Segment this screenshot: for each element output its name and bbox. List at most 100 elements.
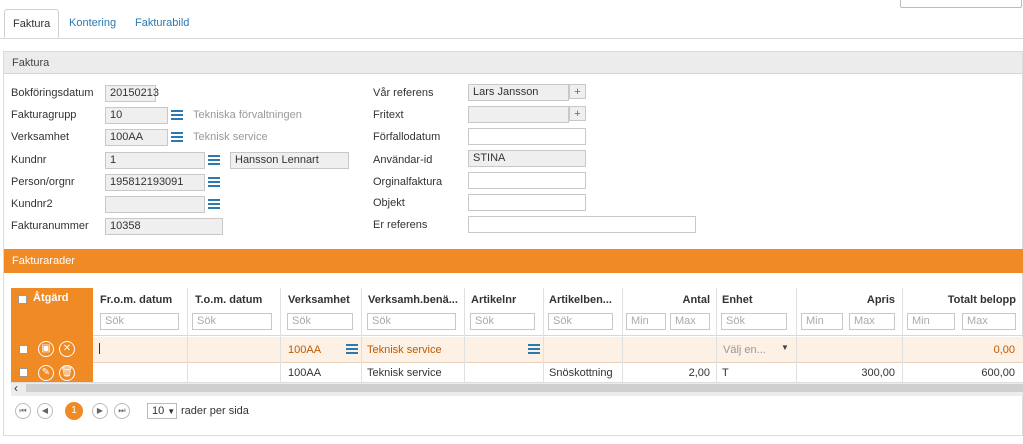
tab-faktura[interactable]: Faktura — [4, 9, 60, 38]
edit-row-button[interactable]: ✎ — [38, 365, 54, 381]
kundnr2-field[interactable] — [105, 196, 205, 213]
col-divider — [622, 288, 623, 382]
forfallodatum-field[interactable] — [468, 128, 586, 145]
col-divider — [464, 288, 465, 382]
objekt-label: Objekt — [373, 197, 405, 209]
search-artikelnr[interactable]: Sök — [470, 313, 535, 330]
kundnr2-label: Kundnr2 — [11, 198, 53, 210]
col-artikelben-header[interactable]: Artikelben... — [549, 294, 612, 306]
delete-row-button[interactable]: 🗑 — [59, 365, 75, 381]
tab-kontering[interactable]: Kontering — [61, 9, 124, 38]
fritext-field[interactable] — [468, 106, 569, 123]
scroll-left-icon[interactable]: ‹ — [14, 381, 18, 395]
personorgnr-label: Person/orgnr — [11, 176, 75, 188]
er-referens-field[interactable] — [468, 216, 696, 233]
prev-page-icon[interactable]: ◀ — [37, 403, 53, 419]
search-apris-min[interactable]: Min — [801, 313, 843, 330]
fakturagrupp-list-icon[interactable] — [170, 108, 184, 122]
fritext-add-icon[interactable]: + — [569, 106, 586, 121]
fakturagrupp-field[interactable]: 10 — [105, 107, 168, 124]
fakturanummer-field: 10358 — [105, 218, 223, 235]
col-enhet-header[interactable]: Enhet — [722, 294, 753, 306]
bokforingsdatum-field[interactable]: 20150213 — [105, 85, 159, 102]
edit-row-totalt: 0,00 — [993, 344, 1015, 356]
search-verksamh-ben[interactable]: Sök — [367, 313, 456, 330]
search-totalt-max[interactable]: Max — [962, 313, 1016, 330]
orginalfaktura-field[interactable] — [468, 172, 586, 189]
er-referens-label: Er referens — [373, 219, 428, 231]
save-row-button[interactable]: ▣ — [38, 341, 54, 357]
col-apris-header[interactable]: Apris — [796, 294, 895, 306]
first-page-icon[interactable]: ⏮ — [15, 403, 31, 419]
bokforingsdatum-label: Bokföringsdatum — [11, 87, 94, 99]
var-referens-add-icon[interactable]: + — [569, 84, 586, 99]
col-verksamhet-header[interactable]: Verksamhet — [288, 294, 350, 306]
edit-row-enhet-select[interactable]: Välj en... — [723, 344, 766, 356]
top-right-select[interactable] — [900, 0, 1022, 8]
row-artikelben: Snöskottning — [549, 367, 613, 379]
select-all-checkbox[interactable] — [18, 295, 27, 304]
last-page-icon[interactable]: ⏭ — [114, 403, 130, 419]
forfallodatum-label: Förfallodatum — [373, 131, 441, 143]
search-from[interactable]: Sök — [100, 313, 179, 330]
edit-row-artikel-list-icon[interactable] — [527, 342, 541, 356]
text-cursor — [99, 343, 100, 354]
cancel-row-button[interactable]: ✕ — [59, 341, 75, 357]
col-divider — [716, 288, 717, 382]
verksamhet-field[interactable]: 100AA — [105, 129, 168, 146]
kundnr-name-field: Hansson Lennart — [230, 152, 349, 169]
col-divider — [361, 288, 362, 382]
page-size-value: 10 — [152, 405, 165, 417]
edit-row-checkbox[interactable] — [19, 345, 28, 354]
edit-row-verksamh-ben: Teknisk service — [367, 344, 442, 356]
kundnr-field[interactable]: 1 — [105, 152, 205, 169]
search-antal-max[interactable]: Max — [670, 313, 710, 330]
chevron-down-icon: ▼ — [167, 407, 176, 416]
col-totalt-header[interactable]: Totalt belopp — [903, 294, 1016, 306]
fakturanummer-label: Fakturanummer — [11, 220, 89, 232]
kundnr-label: Kundnr — [11, 154, 47, 166]
anvandar-id-field: STINA — [468, 150, 586, 167]
kundnr2-list-icon[interactable] — [207, 197, 221, 211]
page-number-current[interactable]: 1 — [65, 402, 83, 420]
next-page-icon[interactable]: ▶ — [92, 403, 108, 419]
personorgnr-field[interactable]: 195812193091 — [105, 174, 205, 191]
col-verksamh-ben-header[interactable]: Verksamh.benä... — [368, 294, 458, 306]
col-divider — [280, 288, 281, 382]
anvandar-id-label: Användar-id — [373, 154, 433, 166]
fakturarader-header: Fakturarader — [4, 249, 1023, 273]
verksamhet-list-icon[interactable] — [170, 130, 184, 144]
var-referens-label: Vår referens — [373, 87, 434, 99]
personorgnr-list-icon[interactable] — [207, 175, 221, 189]
row-checkbox[interactable] — [19, 368, 28, 377]
scrollbar-thumb[interactable] — [26, 384, 1023, 392]
table-row-edit — [93, 337, 1023, 363]
col-divider — [187, 288, 188, 382]
search-apris-max[interactable]: Max — [849, 313, 895, 330]
search-tom[interactable]: Sök — [192, 313, 272, 330]
tab-fakturabild[interactable]: Fakturabild — [127, 9, 197, 38]
search-totalt-min[interactable]: Min — [907, 313, 955, 330]
search-verksamhet[interactable]: Sök — [287, 313, 353, 330]
search-antal-min[interactable]: Min — [626, 313, 666, 330]
var-referens-field[interactable]: Lars Jansson — [468, 84, 569, 101]
verksamhet-label: Verksamhet — [11, 131, 70, 143]
orginalfaktura-label: Orginalfaktura — [373, 176, 443, 188]
row-enhet: T — [722, 367, 729, 379]
col-from-header[interactable]: Fr.o.m. datum — [100, 294, 172, 306]
col-artikelnr-header[interactable]: Artikelnr — [471, 294, 516, 306]
edit-row-verksamhet-list-icon[interactable] — [345, 342, 359, 356]
chevron-down-icon[interactable]: ▼ — [781, 343, 789, 352]
kundnr-list-icon[interactable] — [207, 153, 221, 167]
edit-row-verksamhet[interactable]: 100AA — [288, 344, 321, 356]
verksamhet-hint: Teknisk service — [193, 131, 268, 143]
objekt-field[interactable] — [468, 194, 586, 211]
page-size-select[interactable]: 10 ▼ — [147, 403, 177, 419]
panel-title: Faktura — [4, 52, 1022, 74]
search-artikelben[interactable]: Sök — [548, 313, 613, 330]
col-tom-header[interactable]: T.o.m. datum — [195, 294, 262, 306]
search-enhet[interactable]: Sök — [721, 313, 787, 330]
fakturagrupp-label: Fakturagrupp — [11, 109, 77, 121]
col-antal-header[interactable]: Antal — [622, 294, 711, 306]
col-divider — [796, 288, 797, 382]
